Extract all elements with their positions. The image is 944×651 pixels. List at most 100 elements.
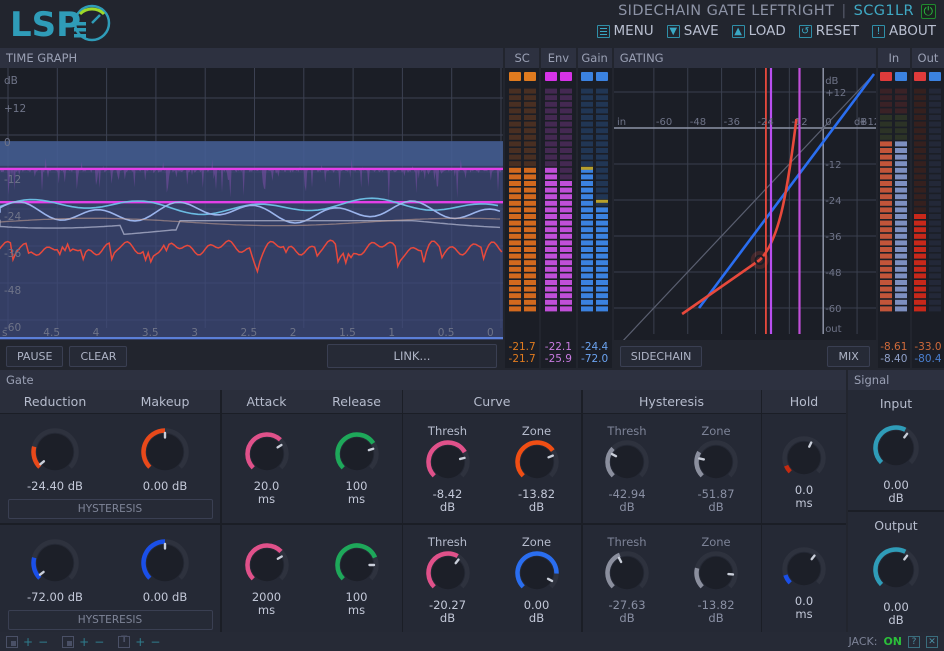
knob[interactable] xyxy=(426,440,470,484)
knob[interactable] xyxy=(605,440,649,484)
meter-bar[interactable] xyxy=(880,85,892,341)
meter-bar[interactable] xyxy=(524,85,536,341)
gating-plot[interactable]: in-60-48-36-24-120+12dBdB+12-12-24-36-48… xyxy=(614,68,876,340)
knob[interactable] xyxy=(245,432,289,476)
knob[interactable] xyxy=(515,551,559,595)
col-header-hold: Hold xyxy=(762,390,846,414)
svg-text:-36: -36 xyxy=(4,248,21,260)
timing-row: 20.0ms100ms xyxy=(222,414,402,523)
knob[interactable] xyxy=(245,543,289,587)
bottom-row: Gate Reduction Makeup -24.40 dB0.00 dBHY… xyxy=(0,370,944,632)
meter-bar[interactable] xyxy=(545,85,557,341)
meter-bar[interactable] xyxy=(596,85,608,341)
knob[interactable] xyxy=(782,547,826,591)
gating-buttons: SIDECHAIN MIX xyxy=(614,342,876,370)
knob[interactable] xyxy=(31,428,79,476)
clear-button[interactable]: CLEAR xyxy=(69,346,127,367)
plugin-short-name: SCG1LR xyxy=(854,3,914,19)
gate-grid: Reduction Makeup -24.40 dB0.00 dBHYSTERE… xyxy=(0,390,846,632)
scale-h-minus[interactable]: − xyxy=(38,635,48,649)
knob-label: Zone xyxy=(522,535,551,551)
control-cell: 100ms xyxy=(312,426,402,523)
meter-column-out: Out-33.0-80.4 xyxy=(912,48,944,368)
signal-output: Output0.00dB xyxy=(848,512,944,632)
lsp-logo: LSP xyxy=(8,2,128,46)
knob[interactable] xyxy=(335,432,379,476)
knob[interactable] xyxy=(335,543,379,587)
meter-leds xyxy=(914,72,941,81)
status-bar-right: JACK: ON ? ✕ xyxy=(848,635,938,648)
font-minus[interactable]: − xyxy=(150,635,160,649)
hysteresis-toggle-button[interactable]: HYSTERESIS xyxy=(8,610,213,630)
scale-v-minus[interactable]: − xyxy=(94,635,104,649)
svg-text:-60: -60 xyxy=(656,117,672,128)
control-cell: 2000ms xyxy=(222,537,312,634)
control-cell: 0.0ms xyxy=(762,541,846,634)
meter-label: Gain xyxy=(578,48,612,68)
knob-value: 0.00dB xyxy=(524,599,550,625)
menu-item-reset[interactable]: ↺ RESET xyxy=(799,23,859,39)
signal-section: Signal Input0.00dBOutput0.00dB xyxy=(848,370,944,632)
gate-col-amp: Reduction Makeup -24.40 dB0.00 dBHYSTERE… xyxy=(0,390,220,632)
control-cell: -24.40 dB xyxy=(0,422,110,493)
knob[interactable] xyxy=(426,551,470,595)
pause-button[interactable]: PAUSE xyxy=(6,346,63,367)
knob[interactable] xyxy=(873,547,919,593)
header-right: SIDECHAIN GATE LEFTRIGHT | SCG1LR MENU ▼… xyxy=(597,0,936,39)
knob[interactable] xyxy=(141,539,189,587)
meter-values: -24.4-72.0 xyxy=(581,341,608,368)
gating-svg: in-60-48-36-24-120+12dBdB+12-12-24-36-48… xyxy=(614,68,876,340)
hysteresis-toggle-button[interactable]: HYSTERESIS xyxy=(8,499,213,519)
menu-item-menu[interactable]: MENU xyxy=(597,23,654,39)
col-header-attack: Attack xyxy=(222,390,312,414)
knob-label: Thresh xyxy=(428,424,467,440)
link-button[interactable]: LINK... xyxy=(327,344,497,368)
signal-input-label: Input xyxy=(880,396,912,411)
meter-led xyxy=(596,72,608,81)
menu-item-about[interactable]: ! ABOUT xyxy=(872,23,936,39)
knob[interactable] xyxy=(605,551,649,595)
svg-text:-24: -24 xyxy=(825,196,841,207)
knob-value: 100ms xyxy=(346,480,368,506)
knob-value: 0.00 dB xyxy=(143,480,187,493)
col-header-hysteresis: Hysteresis xyxy=(583,390,761,414)
help-icon[interactable]: ? xyxy=(908,636,920,648)
meter-bar[interactable] xyxy=(914,85,926,341)
knob[interactable] xyxy=(515,440,559,484)
knob[interactable] xyxy=(782,436,826,480)
mix-button[interactable]: MIX xyxy=(827,346,869,367)
sidechain-button[interactable]: SIDECHAIN xyxy=(620,346,703,367)
scale-h-plus[interactable]: + xyxy=(23,635,33,649)
knob[interactable] xyxy=(873,425,919,471)
knob-value: -8.42dB xyxy=(433,488,463,514)
gate-section: Gate Reduction Makeup -24.40 dB0.00 dBHY… xyxy=(0,370,846,632)
meter-bar[interactable] xyxy=(895,85,907,341)
scale-v-plus[interactable]: + xyxy=(79,635,89,649)
knob-label: Thresh xyxy=(428,535,467,551)
knob[interactable] xyxy=(141,428,189,476)
meter-leds xyxy=(581,72,608,81)
gate-col-timing: Attack Release 20.0ms100ms 2000ms 100ms xyxy=(222,390,402,632)
io-meters-group: In-8.61-8.40Out-33.0-80.4 xyxy=(878,48,944,368)
svg-text:3.5: 3.5 xyxy=(142,327,159,339)
meter-value: -24.4 xyxy=(581,341,608,353)
time-graph-plot[interactable]: dB+120-12-24-36-48-60s4.543.532.521.510.… xyxy=(0,68,503,340)
meter-bar[interactable] xyxy=(581,85,593,341)
power-icon[interactable] xyxy=(921,4,936,19)
col-header-release: Release xyxy=(312,390,402,414)
control-cell: Zone 0.00dB xyxy=(492,529,581,634)
menu-item-save[interactable]: ▼ SAVE xyxy=(667,23,719,39)
svg-text:0: 0 xyxy=(4,137,11,149)
meter-bar[interactable] xyxy=(509,85,521,341)
svg-text:-24: -24 xyxy=(4,211,21,223)
knob[interactable] xyxy=(694,551,738,595)
meter-bar[interactable] xyxy=(560,85,572,341)
knob[interactable] xyxy=(694,440,738,484)
col-header-makeup: Makeup xyxy=(110,390,220,414)
close-icon[interactable]: ✕ xyxy=(926,636,938,648)
knob[interactable] xyxy=(31,539,79,587)
time-graph-title: TIME GRAPH xyxy=(0,48,503,68)
font-plus[interactable]: + xyxy=(135,635,145,649)
meter-bar[interactable] xyxy=(929,85,941,341)
menu-item-load[interactable]: ▲ LOAD xyxy=(732,23,786,39)
